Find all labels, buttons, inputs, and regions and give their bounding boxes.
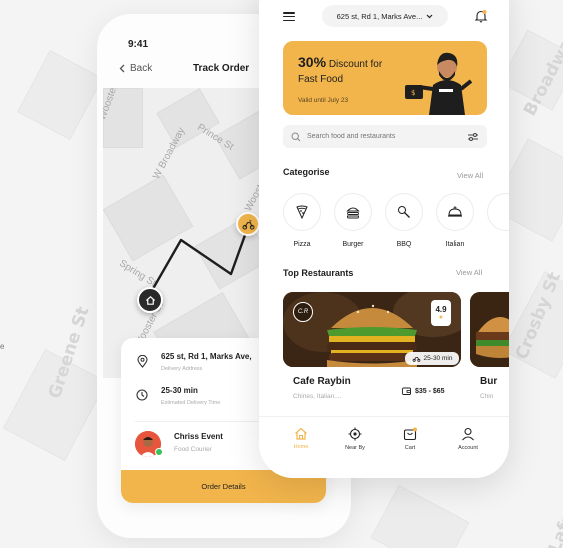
top-restaurants-title: Top Restaurants — [283, 268, 354, 278]
search-bar[interactable] — [283, 125, 487, 148]
restaurant-image — [470, 292, 509, 367]
back-label: Back — [130, 63, 153, 74]
bbq-icon — [398, 206, 410, 218]
clock-icon — [135, 388, 149, 402]
eta-value: 25-30 min — [423, 355, 453, 362]
chevron-down-icon — [426, 14, 433, 18]
home-icon — [145, 295, 155, 305]
tab-home[interactable]: Home — [281, 427, 321, 450]
home-pin[interactable] — [137, 287, 163, 313]
food-home-phone: 625 st, Rd 1, Marks Ave... 30% Discount … — [259, 0, 509, 478]
promo-title: 30% Discount for Fast Food — [298, 55, 382, 87]
bell-icon[interactable] — [474, 9, 488, 23]
bottom-tab-bar: Home Near By Cart Account — [259, 416, 509, 478]
category-label: Pizza — [293, 241, 311, 248]
tab-label: Cart — [404, 445, 416, 451]
restaurant-cuisine: Chin — [480, 393, 494, 400]
page-title: Track Order — [193, 63, 250, 74]
category-label: Italian — [445, 241, 465, 248]
restaurant-name: Bur — [480, 376, 498, 387]
category-partial[interactable] — [487, 193, 509, 248]
rating-badge: 4.9 ★ — [431, 300, 451, 326]
pizza-icon — [296, 205, 308, 219]
delivery-address: 625 st, Rd 1, Marks Ave, — [161, 352, 252, 361]
time-row: 25-30 min Estimated Delivery Time — [135, 386, 220, 406]
restaurant-name: Cafe Raybin — [293, 376, 351, 387]
category-list: Pizza Burger BBQ Italian — [283, 193, 509, 248]
crosshair-icon — [348, 427, 362, 441]
delivery-man-illustration: $ — [405, 52, 473, 115]
restaurant-card[interactable]: C.R 4.9 ★ 25-30 min Cafe Raybin Chines, … — [283, 292, 461, 404]
delivery-time: 25-30 min — [161, 386, 198, 395]
tab-label: Near By — [345, 445, 365, 451]
online-status-dot — [155, 448, 163, 456]
svg-text:$: $ — [411, 89, 415, 97]
price-range: $35 - $65 — [402, 387, 445, 395]
category-label: BBQ — [396, 241, 412, 248]
restaurant-logo: C.R — [293, 302, 313, 322]
price-value: $35 - $65 — [415, 387, 445, 395]
location-pin-icon — [135, 354, 149, 368]
tab-account[interactable]: Account — [448, 427, 488, 451]
rating-value: 4.9 — [435, 305, 447, 314]
courier-role: Food Courier — [174, 446, 212, 453]
category-label: Burger — [342, 241, 364, 248]
tab-label: Home — [293, 444, 309, 450]
category-pizza[interactable]: Pizza — [283, 193, 321, 248]
tab-near-by[interactable]: Near By — [335, 427, 375, 451]
cart-icon — [403, 427, 417, 441]
courier-name: Chriss Event — [174, 432, 223, 441]
filter-icon[interactable] — [467, 132, 479, 142]
home-icon — [295, 427, 307, 440]
scooter-icon — [241, 219, 255, 230]
category-italian[interactable]: Italian — [436, 193, 474, 248]
promo-title-line2: Fast Food — [298, 74, 344, 85]
restaurant-image: C.R 4.9 ★ 25-30 min — [283, 292, 461, 367]
category-bbq[interactable]: BBQ — [385, 193, 423, 248]
promo-highlight: 30% — [298, 54, 327, 70]
user-icon — [462, 427, 474, 441]
scooter-icon — [412, 356, 420, 362]
tab-label: Account — [458, 445, 478, 451]
delivery-time-caption: Estimated Delivery Time — [161, 400, 221, 406]
promo-banner[interactable]: 30% Discount for Fast Food Valid until J… — [283, 41, 487, 115]
location-label: 625 st, Rd 1, Marks Ave... — [336, 11, 423, 21]
menu-icon[interactable] — [283, 12, 295, 21]
wallet-icon — [402, 387, 411, 395]
eta-badge: 25-30 min — [405, 352, 459, 365]
promo-subtitle: Valid until July 23 — [298, 97, 349, 104]
location-selector[interactable]: 625 st, Rd 1, Marks Ave... — [322, 5, 448, 27]
address-row: 625 st, Rd 1, Marks Ave, Delivery Addres… — [135, 352, 252, 372]
promo-title-rest: Discount for — [328, 59, 383, 70]
chevron-left-icon — [119, 64, 125, 73]
categorise-title: Categorise — [283, 167, 330, 177]
status-time: 9:41 — [128, 39, 149, 50]
burger-icon — [346, 207, 360, 218]
restaurant-card[interactable]: Bur Chin — [470, 292, 509, 404]
search-input[interactable] — [307, 133, 461, 140]
tab-cart[interactable]: Cart — [390, 427, 430, 451]
restaurant-cuisine: Chines, Italian.... — [293, 393, 342, 400]
courier-pin[interactable] — [236, 212, 260, 236]
categories-view-all-link[interactable]: View All — [457, 171, 483, 180]
star-icon: ★ — [438, 315, 444, 321]
restaurants-view-all-link[interactable]: View All — [456, 268, 482, 277]
back-button[interactable]: Back — [119, 63, 152, 74]
delivery-address-caption: Delivery Address — [161, 366, 203, 372]
street-label-lafayette: Lafayette — [545, 463, 563, 548]
cloche-icon — [448, 206, 462, 217]
category-burger[interactable]: Burger — [334, 193, 372, 248]
edge-text: e — [0, 342, 5, 351]
search-icon — [291, 131, 301, 141]
